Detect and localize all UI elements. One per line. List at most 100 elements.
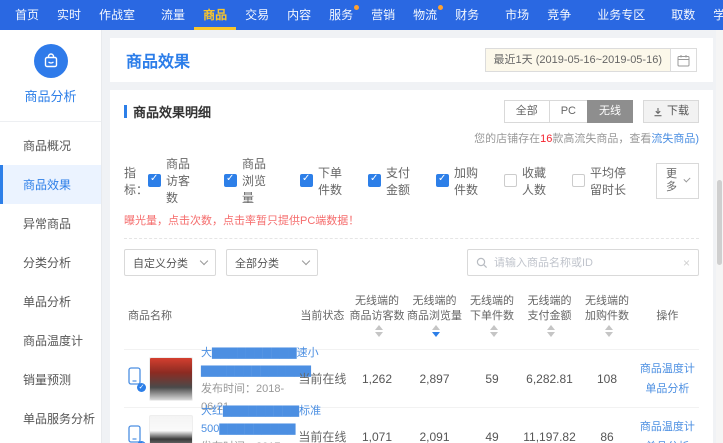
single-product-analysis-link[interactable]: 单品分析 <box>645 382 689 396</box>
sidebar-item-product-effect[interactable]: 商品效果 <box>0 165 101 204</box>
nav-item-finance[interactable]: 财务 <box>446 0 488 30</box>
nav-item-logistics[interactable]: 物流 <box>404 0 446 30</box>
nav-item-traffic[interactable]: 流量 <box>152 0 194 30</box>
product-status: 当前在线 <box>297 428 349 443</box>
checkbox-checked-icon[interactable] <box>300 174 313 187</box>
nav-item-label: 服务 <box>329 8 353 22</box>
sidebar-item-product-thermometer[interactable]: 商品温度计 <box>0 321 101 360</box>
metric-order-units[interactable]: 下单件数 <box>300 164 344 198</box>
col-header-visitors[interactable]: 无线端的 商品访客数 <box>348 294 406 339</box>
product-thermometer-link[interactable]: 商品温度计 <box>640 362 695 376</box>
sidebar-item-single-product-service[interactable]: 单品服务分析 <box>0 399 101 438</box>
metric-label: 下单件数 <box>318 164 344 198</box>
checkbox-unchecked-icon[interactable] <box>572 174 585 187</box>
nav-item-competition[interactable]: 竞争 <box>538 0 580 30</box>
date-range-button[interactable]: 最近1天 (2019-05-16~2019-05-16) <box>485 48 671 72</box>
tab-pc[interactable]: PC <box>549 100 588 123</box>
search-input[interactable] <box>494 257 683 269</box>
nav-item-war-room[interactable]: 作战室 <box>90 0 144 30</box>
product-image[interactable] <box>149 415 193 443</box>
nav-item-content[interactable]: 内容 <box>278 0 320 30</box>
channel-controls: 全部 PC 无线 下载 <box>505 100 699 123</box>
col-header-status: 当前状态 <box>297 309 349 324</box>
scrollbar[interactable] <box>716 30 723 443</box>
download-label: 下载 <box>667 105 689 118</box>
nav-item-business-zone[interactable]: 业务专区 <box>588 0 654 30</box>
product-name-cell: ✓ 大红▇▇▇▇▇▇▇▇▇标准 500▇▇▇▇▇▇▇▇▇ 发布时间：2017-0… <box>124 401 297 443</box>
metric-product-visitors[interactable]: 商品访客数 <box>148 155 200 206</box>
product-name-link[interactable]: ▇▇▇▇▇▇▇▇▇▇▇▇▇ <box>201 365 311 377</box>
col-header-cart-adds[interactable]: 无线端的 加购件数 <box>578 294 636 339</box>
sort-icon[interactable] <box>490 325 498 337</box>
section-title-text: 商品效果明细 <box>133 102 211 121</box>
metric-product-views[interactable]: 商品浏览量 <box>224 155 276 206</box>
check-badge-icon: ✓ <box>137 383 146 392</box>
col-header-payment[interactable]: 无线端的 支付金额 <box>521 294 579 339</box>
product-name-link[interactable]: 500▇▇▇▇▇▇▇▇▇ <box>201 423 296 435</box>
sidebar-item-sales-forecast[interactable]: 销量预测 <box>0 360 101 399</box>
col-line2: 加购件数 <box>585 309 629 324</box>
nav-item-marketing[interactable]: 营销 <box>362 0 404 30</box>
download-button[interactable]: 下载 <box>643 100 699 123</box>
metric-payment-amount[interactable]: 支付金额 <box>368 164 412 198</box>
table-header-row: 商品名称 当前状态 无线端的 商品访客数 无线端的 <box>124 288 699 349</box>
product-thermometer-link[interactable]: 商品温度计 <box>640 420 695 434</box>
nav-item-market[interactable]: 市场 <box>496 0 538 30</box>
nav-item-trade[interactable]: 交易 <box>236 0 278 30</box>
sidebar-item-product-overview[interactable]: 商品概况 <box>0 126 101 165</box>
checkbox-checked-icon[interactable] <box>224 174 237 187</box>
calendar-button[interactable] <box>671 48 697 72</box>
checkbox-checked-icon[interactable] <box>436 174 449 187</box>
sort-icon[interactable] <box>375 325 383 337</box>
product-name-link[interactable]: 大▇▇▇▇▇▇▇▇▇▇速小 <box>201 347 319 359</box>
chevron-down-icon <box>200 257 208 265</box>
metric-label: 商品访客数 <box>166 155 200 206</box>
single-product-analysis-link[interactable]: 单品分析 <box>645 440 689 443</box>
product-search-box: × <box>467 249 699 276</box>
download-icon <box>653 107 663 117</box>
nav-item-academy[interactable]: 学院 <box>704 0 723 30</box>
clear-icon[interactable]: × <box>683 256 690 270</box>
scrollbar-thumb[interactable] <box>717 180 722 265</box>
checkbox-checked-icon[interactable] <box>148 174 161 187</box>
nav-item-service[interactable]: 服务 <box>320 0 362 30</box>
cart-adds-value: 108 <box>578 372 636 386</box>
orders-value: 49 <box>463 430 521 443</box>
sort-desc-active-icon[interactable] <box>432 325 440 337</box>
calendar-icon <box>677 54 690 67</box>
metric-favorites[interactable]: 收藏人数 <box>504 164 548 198</box>
nav-item-home[interactable]: 首页 <box>6 0 48 30</box>
product-image[interactable] <box>149 357 193 401</box>
date-range-widget: 最近1天 (2019-05-16~2019-05-16) <box>485 48 697 72</box>
tab-all[interactable]: 全部 <box>504 100 550 123</box>
metric-avg-stay-time[interactable]: 平均停留时长 <box>572 164 632 198</box>
notification-dot <box>354 5 359 10</box>
tab-wireless[interactable]: 无线 <box>587 100 633 123</box>
col-header-views[interactable]: 无线端的 商品浏览量 <box>406 294 464 339</box>
nav-item-product[interactable]: 商品 <box>194 0 236 30</box>
sort-icon[interactable] <box>547 325 555 337</box>
all-category-select[interactable]: 全部分类 <box>226 249 318 276</box>
sort-icon[interactable] <box>605 325 613 337</box>
product-name-link[interactable]: 大红▇▇▇▇▇▇▇▇▇标准 <box>201 405 321 417</box>
metric-label: 加购件数 <box>454 164 480 198</box>
more-metrics-button[interactable]: 更多 <box>656 163 699 199</box>
visitors-value: 1,262 <box>348 372 406 386</box>
custom-category-select[interactable]: 自定义分类 <box>124 249 216 276</box>
loss-products-link[interactable]: 流失商品) <box>651 133 699 145</box>
nav-item-realtime[interactable]: 实时 <box>48 0 90 30</box>
checkbox-checked-icon[interactable] <box>368 174 381 187</box>
metric-cart-adds[interactable]: 加购件数 <box>436 164 480 198</box>
col-header-product-name: 商品名称 <box>124 309 297 324</box>
mobile-verified-icon: ✓ <box>128 425 143 443</box>
sidebar-item-category-analysis[interactable]: 分类分析 <box>0 243 101 282</box>
checkbox-unchecked-icon[interactable] <box>504 174 517 187</box>
col-line1: 无线端的 <box>407 294 462 309</box>
sidebar-item-single-product-analysis[interactable]: 单品分析 <box>0 282 101 321</box>
metric-label: 平均停留时长 <box>590 164 632 198</box>
nav-item-data-fetch[interactable]: 取数 <box>662 0 704 30</box>
sidebar-item-abnormal-products[interactable]: 异常商品 <box>0 204 101 243</box>
select-value: 全部分类 <box>235 255 279 271</box>
col-header-orders[interactable]: 无线端的 下单件数 <box>463 294 521 339</box>
metric-label: 支付金额 <box>386 164 412 198</box>
